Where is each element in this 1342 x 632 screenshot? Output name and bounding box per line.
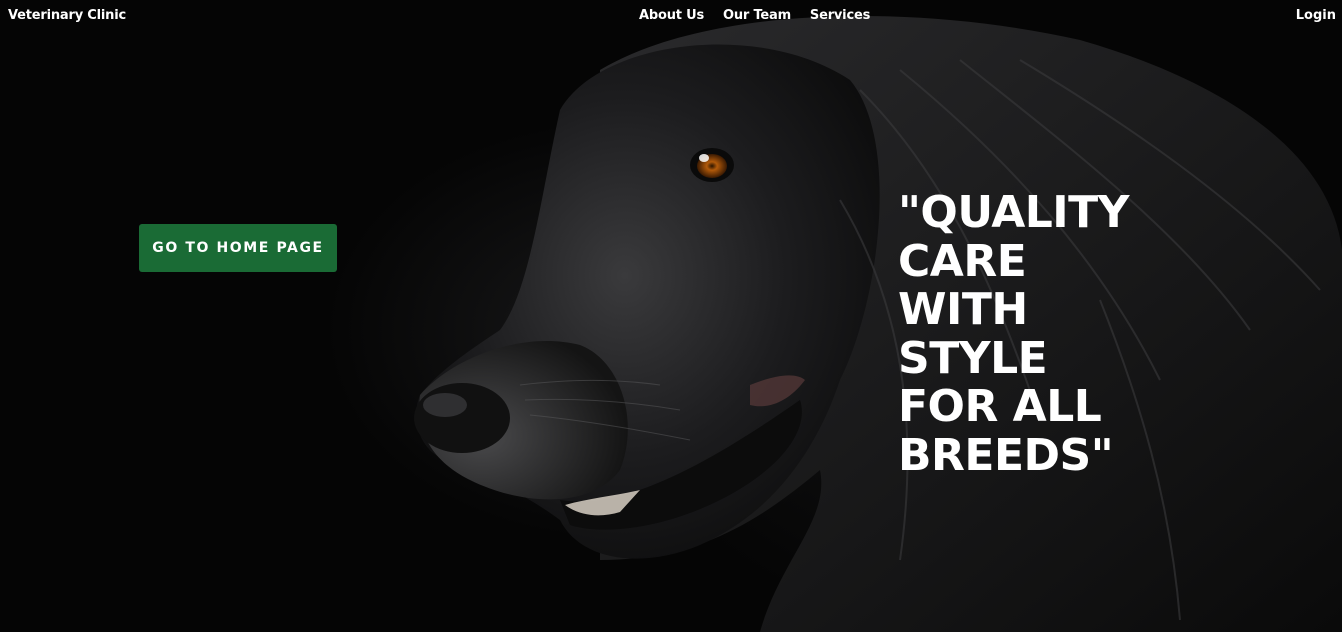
go-to-home-page-button[interactable]: GO TO HOME PAGE (139, 224, 337, 272)
nav-link-our-team[interactable]: Our Team (723, 8, 791, 23)
top-navbar: Veterinary Clinic About Us Our Team Serv… (0, 0, 1342, 32)
nav-links: About Us Our Team Services (639, 8, 870, 23)
hero-tagline: "QUALITY CARE WITH STYLE FOR ALL BREEDS" (898, 187, 1130, 481)
nav-link-services[interactable]: Services (810, 8, 870, 23)
brand-link[interactable]: Veterinary Clinic (8, 8, 126, 23)
login-link[interactable]: Login (1296, 8, 1336, 23)
hero-section: Veterinary Clinic About Us Our Team Serv… (0, 0, 1342, 632)
nav-link-about-us[interactable]: About Us (639, 8, 704, 23)
